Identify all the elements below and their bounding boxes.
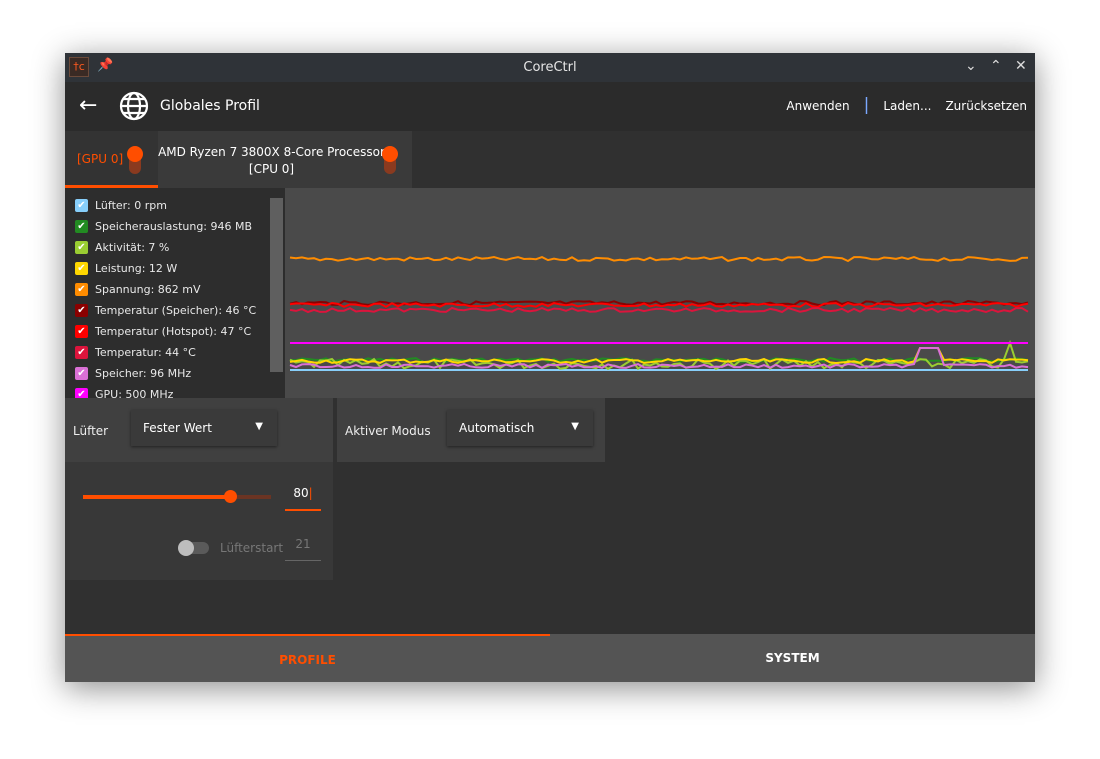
app-window: †c 📌 CoreCtrl ⌄ ⌃ ✕ ← Globales Profil An… [65, 53, 1035, 682]
checkbox[interactable]: ✔ [75, 325, 88, 338]
sensor-label: Leistung: 12 W [95, 262, 178, 275]
sensor-item[interactable]: ✔ Speicherauslastung: 946 MB [65, 216, 285, 237]
sensor-item[interactable]: ✔ GPU: 500 MHz [65, 384, 285, 398]
action-separator: | [863, 95, 870, 115]
reset-button[interactable]: Zurücksetzen [945, 99, 1027, 115]
checkbox[interactable]: ✔ [75, 220, 88, 233]
load-button[interactable]: Laden... [883, 99, 931, 115]
checkbox[interactable]: ✔ [75, 388, 88, 398]
sensor-item[interactable]: ✔ Temperatur: 44 °C [65, 342, 285, 363]
fan-mode-panel: Lüfter Fester Wert ▼ [65, 398, 333, 462]
checkbox[interactable]: ✔ [75, 346, 88, 359]
checkbox[interactable]: ✔ [75, 304, 88, 317]
sensor-label: Temperatur (Speicher): 46 °C [95, 304, 257, 317]
sensor-label: Aktivität: 7 % [95, 241, 170, 254]
globe-icon [119, 91, 149, 121]
tab-label: [GPU 0] [77, 152, 124, 166]
minimize-icon[interactable]: ⌄ [965, 58, 977, 74]
bottom-nav: PROFILE SYSTEM [65, 634, 1035, 682]
tab-sublabel: [CPU 0] [248, 162, 295, 176]
sensor-item[interactable]: ✔ Leistung: 12 W [65, 258, 285, 279]
profile-header: ← Globales Profil Anwenden | Laden... Zu… [65, 82, 1035, 131]
device-tabs: [GPU 0] AMD Ryzen 7 3800X 8-Core Process… [65, 131, 1035, 188]
sensor-series-line [289, 255, 1029, 263]
sensor-label: Lüfter: 0 rpm [95, 199, 167, 212]
back-arrow-icon[interactable]: ← [79, 93, 97, 118]
slider-handle[interactable] [224, 490, 237, 503]
sensor-item[interactable]: ✔ Temperatur (Speicher): 46 °C [65, 300, 285, 321]
tab-cpu-0[interactable]: AMD Ryzen 7 3800X 8-Core Processor [CPU … [158, 131, 412, 188]
fan-mode-value: Fester Wert [143, 421, 212, 435]
sensor-label: Speicherauslastung: 946 MB [95, 220, 253, 233]
fan-mode-dropdown[interactable]: Fester Wert ▼ [131, 410, 277, 446]
sensor-series-line [289, 306, 1029, 314]
close-icon[interactable]: ✕ [1015, 58, 1027, 74]
device-toggle[interactable] [382, 146, 398, 174]
sensor-label: Spannung: 862 mV [95, 283, 201, 296]
sensor-label: GPU: 500 MHz [95, 388, 174, 398]
power-mode-panel: Aktiver Modus Automatisch ▼ [337, 398, 605, 462]
tab-label: AMD Ryzen 7 3800X 8-Core Processor [158, 145, 385, 159]
checkbox[interactable]: ✔ [75, 367, 88, 380]
active-mode-value: Automatisch [459, 421, 535, 435]
sensor-label: Temperatur: 44 °C [95, 346, 196, 359]
sensor-list: ✔ Lüfter: 0 rpm ✔ Speicherauslastung: 946 M… [65, 188, 285, 398]
active-mode-label: Aktiver Modus [345, 424, 431, 438]
checkbox[interactable]: ✔ [75, 262, 88, 275]
sensor-label: Speicher: 96 MHz [95, 367, 192, 380]
tab-system[interactable]: SYSTEM [550, 634, 1035, 682]
sensor-item[interactable]: ✔ Aktivität: 7 % [65, 237, 285, 258]
scrollbar[interactable] [270, 198, 283, 372]
fan-start-toggle[interactable] [178, 540, 209, 556]
device-toggle[interactable] [127, 146, 143, 174]
sensor-label: Temperatur (Hotspot): 47 °C [95, 325, 252, 338]
tab-profile[interactable]: PROFILE [65, 634, 550, 682]
dropdown-arrow-icon: ▼ [571, 421, 579, 432]
window-title: CoreCtrl [523, 60, 577, 75]
sensor-item[interactable]: ✔ Speicher: 96 MHz [65, 363, 285, 384]
maximize-icon[interactable]: ⌃ [990, 58, 1002, 74]
fan-start-label: Lüfterstart [220, 541, 284, 555]
checkbox[interactable]: ✔ [75, 241, 88, 254]
fan-control-panel: 80| Lüfterstart 21 [65, 462, 333, 580]
sensor-graph [285, 188, 1035, 398]
page-title: Globales Profil [160, 98, 260, 114]
sensor-item[interactable]: ✔ Temperatur (Hotspot): 47 °C [65, 321, 285, 342]
fan-value-input[interactable]: 80| [285, 486, 321, 511]
dropdown-arrow-icon: ▼ [255, 421, 263, 432]
sensor-item[interactable]: ✔ Lüfter: 0 rpm [65, 195, 285, 216]
active-mode-dropdown[interactable]: Automatisch ▼ [447, 410, 593, 446]
checkbox[interactable]: ✔ [75, 283, 88, 296]
sensor-item[interactable]: ✔ Spannung: 862 mV [65, 279, 285, 300]
fan-speed-slider[interactable] [83, 490, 271, 503]
apply-button[interactable]: Anwenden [786, 99, 849, 115]
tab-gpu-0[interactable]: [GPU 0] [65, 131, 158, 188]
title-bar: †c 📌 CoreCtrl ⌄ ⌃ ✕ [65, 53, 1035, 82]
fan-label: Lüfter [73, 424, 109, 438]
fan-start-input[interactable]: 21 [285, 537, 321, 561]
checkbox[interactable]: ✔ [75, 199, 88, 212]
